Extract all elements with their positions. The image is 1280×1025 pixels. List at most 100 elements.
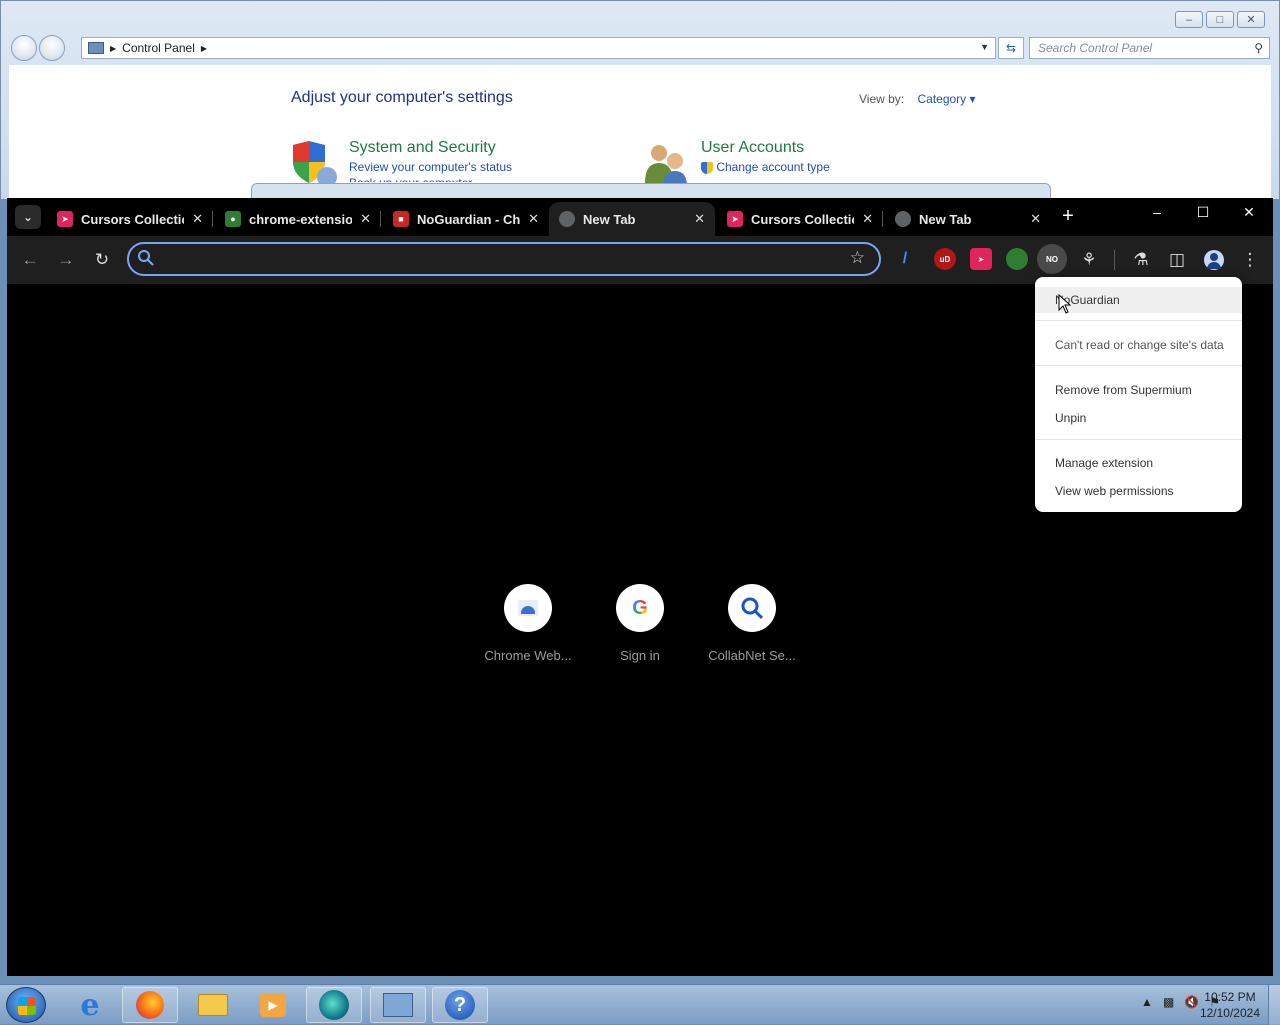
address-bar[interactable]: ▶ Control Panel ▶ ▼ [81, 37, 996, 59]
extensions-puzzle-icon[interactable]: ⚘ [1077, 248, 1101, 272]
labs-flask-icon[interactable]: ⚗ [1129, 248, 1153, 272]
reload-button[interactable]: ↻ [90, 248, 114, 272]
chrome-web-store-icon [504, 584, 552, 632]
users-icon [645, 145, 687, 187]
file-explorer-icon[interactable] [185, 987, 241, 1023]
volume-muted-icon[interactable]: 🔇 [1184, 995, 1199, 1009]
category-system-security[interactable]: System and Security Review your computer… [291, 139, 512, 187]
menu-item-remove[interactable]: Remove from Supermium [1035, 377, 1242, 403]
view-by: View by: Category ▾ [859, 92, 976, 106]
tab[interactable]: ➤ Cursors Collection ✕ [47, 202, 213, 236]
refresh-button[interactable]: ⇆ [998, 37, 1024, 59]
maximize-button[interactable]: □ [1206, 11, 1234, 28]
show-desktop-button[interactable] [1268, 985, 1280, 1025]
clock[interactable]: 10:52 PM 12/10/2024 [1200, 989, 1260, 1021]
nav-buttons [11, 35, 65, 61]
shortcut-tile[interactable]: Chrome Web... [478, 584, 578, 663]
category-link[interactable]: Review your computer's status [349, 160, 512, 174]
shield-icon [293, 141, 337, 187]
close-button[interactable]: ✕ [1237, 11, 1265, 28]
close-tab-icon[interactable]: ✕ [862, 211, 873, 227]
control-panel-taskbar-icon[interactable] [370, 987, 426, 1023]
ublock-icon[interactable]: uD [934, 248, 956, 270]
network-icon[interactable]: ▩ [1163, 995, 1174, 1009]
tab-title: chrome-extension [249, 211, 353, 227]
window-caption-buttons: – □ ✕ [1175, 11, 1265, 28]
internet-explorer-icon[interactable]: e [62, 987, 118, 1023]
tab-separator [380, 211, 381, 227]
category-user-accounts[interactable]: User Accounts Change account type [643, 139, 830, 187]
noguardian-extension-icon[interactable]: NO [1037, 244, 1067, 274]
menu-item-manage-extension[interactable]: Manage extension [1035, 450, 1242, 476]
breadcrumb[interactable]: Control Panel [122, 41, 195, 55]
back-button[interactable]: ← [18, 248, 42, 272]
close-tab-icon[interactable]: ✕ [694, 211, 705, 227]
forward-button[interactable] [39, 35, 65, 61]
profile-avatar-icon[interactable] [1202, 248, 1226, 272]
menu-item-unpin[interactable]: Unpin [1035, 405, 1242, 431]
new-tab-button[interactable]: + [1057, 206, 1079, 228]
tab-title: New Tab [919, 211, 972, 227]
close-tab-icon[interactable]: ✕ [1030, 211, 1041, 227]
shortcut-tile[interactable]: G Sign in [590, 584, 690, 663]
tab-active[interactable]: New Tab ✕ [549, 202, 715, 236]
control-panel-window: – □ ✕ ▶ Control Panel ▶ ▼ ⇆ Search Contr… [0, 0, 1280, 203]
search-icon [138, 250, 154, 266]
omnibox[interactable]: ☆ [127, 242, 881, 276]
search-placeholder: Search Control Panel [1038, 41, 1153, 55]
breadcrumb-arrow-icon[interactable]: ▶ [201, 44, 207, 53]
frog-extension-icon[interactable] [1006, 248, 1028, 270]
supermium-browser-icon[interactable] [306, 987, 362, 1023]
shortcut-tile[interactable]: CollabNet Se... [702, 584, 802, 663]
toolbar-separator [1114, 250, 1115, 270]
back-button[interactable] [11, 35, 37, 61]
tab[interactable]: ● chrome-extension ✕ [215, 202, 381, 236]
media-player-icon[interactable]: ▶ [245, 987, 301, 1023]
category-link[interactable]: Change account type [701, 160, 830, 174]
side-panel-icon[interactable]: ◫ [1165, 248, 1189, 272]
tab-title: NoGuardian - Chr [417, 211, 521, 227]
menu-divider [1035, 365, 1242, 366]
search-icon[interactable]: ⚲ [1254, 41, 1263, 55]
forward-button[interactable]: → [54, 248, 78, 272]
clock-date: 12/10/2024 [1199, 1006, 1260, 1020]
minimize-button[interactable]: – [1175, 11, 1203, 28]
category-link-text[interactable]: Change account type [716, 160, 829, 174]
kebab-menu-icon[interactable]: ⋮ [1238, 248, 1262, 272]
google-g-icon: G [616, 584, 664, 632]
search-input[interactable]: Search Control Panel ⚲ [1029, 37, 1270, 59]
clock-time: 10:52 PM [1204, 990, 1256, 1004]
category-link[interactable]: Back up your computer [349, 176, 512, 182]
category-title[interactable]: User Accounts [701, 139, 830, 157]
bookmark-star-icon[interactable]: ☆ [850, 248, 865, 268]
tab[interactable]: ➤ Cursors Collection ✕ [717, 202, 883, 236]
close-tab-icon[interactable]: ✕ [528, 211, 539, 227]
minimize-button[interactable]: – [1142, 204, 1172, 220]
menu-divider [1035, 439, 1242, 440]
pen-extension-icon[interactable]: / [894, 248, 916, 270]
tab-search-button[interactable]: ⌄ [15, 205, 41, 229]
view-by-dropdown[interactable]: Category ▾ [917, 92, 975, 106]
view-by-value: Category [917, 92, 967, 106]
start-button[interactable] [6, 987, 46, 1023]
help-icon[interactable]: ? [432, 987, 488, 1023]
firefox-icon[interactable] [122, 987, 178, 1023]
menu-item-view-permissions[interactable]: View web permissions [1035, 478, 1242, 504]
maximize-button[interactable]: ☐ [1188, 204, 1218, 221]
tab[interactable]: New Tab ✕ [885, 202, 1051, 236]
chevron-down-icon[interactable]: ▼ [980, 42, 989, 52]
close-tab-icon[interactable]: ✕ [192, 211, 203, 227]
control-panel-icon [88, 42, 104, 54]
globe-icon [895, 211, 911, 227]
tab-separator [882, 211, 883, 227]
menu-divider [1035, 320, 1242, 321]
view-by-label: View by: [859, 92, 905, 106]
show-hidden-icons-icon[interactable]: ▲ [1141, 995, 1153, 1009]
cursors-extension-icon[interactable]: ➤ [970, 248, 992, 270]
noguardian-favicon-icon: ■ [393, 211, 409, 227]
close-window-button[interactable]: ✕ [1234, 204, 1264, 221]
close-tab-icon[interactable]: ✕ [360, 211, 371, 227]
tab[interactable]: ■ NoGuardian - Chr ✕ [383, 202, 549, 236]
category-title[interactable]: System and Security [349, 139, 512, 157]
tab-strip: ⌄ ➤ Cursors Collection ✕ ● chrome-extens… [7, 198, 1273, 236]
